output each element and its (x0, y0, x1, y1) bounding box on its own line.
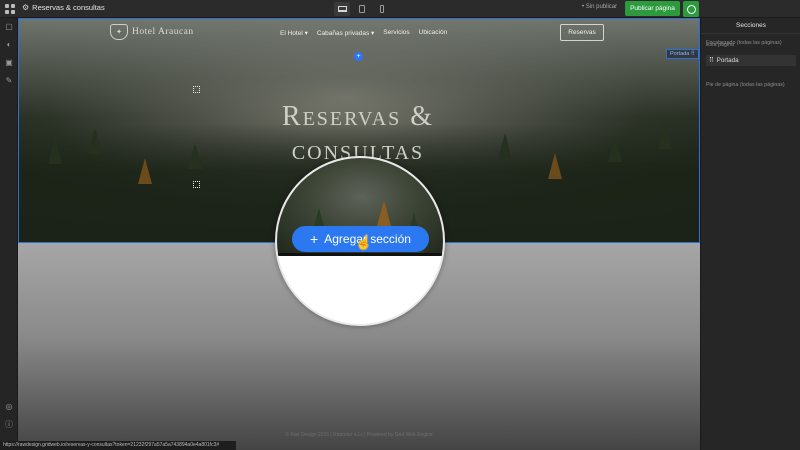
zoom-lower-area (277, 256, 443, 324)
site-logo[interactable]: ✦ Hotel Araucan (110, 24, 194, 40)
section-tag[interactable]: Portada ⠿ (666, 49, 699, 59)
hand-cursor-icon: ☝ (355, 234, 373, 250)
gear-icon: ⚙ (22, 3, 30, 12)
resize-handle[interactable] (193, 181, 200, 188)
footer-sections-label: Pie de página (todas las páginas) (706, 82, 785, 88)
desktop-view-button[interactable] (334, 2, 350, 16)
crest-icon: ✦ (110, 24, 128, 40)
drag-handle-icon[interactable]: ⠿ (709, 55, 714, 66)
this-page-label: Esta página (706, 42, 734, 48)
page-selector[interactable]: ⚙ Reservas & consultas (22, 3, 105, 12)
left-toolbar: ▢ ◐ ▣ ✎ ◎ ⓘ (0, 18, 18, 450)
add-element-icon[interactable]: + (354, 52, 363, 61)
desktop-icon (337, 6, 347, 12)
resize-handle[interactable] (193, 86, 200, 93)
account-icon (686, 4, 696, 14)
publish-page-button[interactable]: Publicar página (625, 1, 680, 16)
panel-title: Secciones (701, 18, 800, 34)
help-icon[interactable]: ◎ (4, 402, 14, 412)
account-button[interactable] (683, 1, 699, 17)
unpublished-status: • Sin publicar (582, 4, 618, 10)
section-item-label: Portada (716, 57, 739, 64)
pages-icon[interactable]: ▢ (4, 22, 14, 32)
site-footer: © Rae Design 2015 | Reporter s.l.c | Pow… (285, 432, 433, 438)
brand-name: Hotel Araucan (132, 27, 194, 37)
info-icon[interactable]: ⓘ (4, 420, 14, 430)
plus-icon: + (310, 231, 319, 247)
sections-panel: Secciones Encabezado (todas las páginas)… (700, 18, 800, 450)
status-url: https://rawdesign.gridweb.io/reservas-y-… (0, 441, 236, 450)
nav-item-servicios[interactable]: Servicios (383, 29, 409, 37)
nav-item-cabanas[interactable]: Cabañas privadas ▾ (317, 29, 374, 37)
tablet-view-button[interactable] (354, 2, 370, 16)
design-icon[interactable]: ◐ (4, 40, 14, 50)
site-nav: El Hotel ▾ Cabañas privadas ▾ Servicios … (280, 29, 447, 37)
mobile-icon (380, 5, 384, 13)
top-bar: ⚙ Reservas & consultas • Sin publicar Pu… (0, 0, 800, 18)
media-icon[interactable]: ▣ (4, 58, 14, 68)
page-title: Reservas & consultas (32, 3, 105, 12)
section-item-portada[interactable]: ⠿ Portada (706, 55, 796, 66)
mobile-view-button[interactable] (374, 2, 390, 16)
settings-icon[interactable]: ✎ (4, 76, 14, 86)
device-switcher (334, 2, 390, 16)
editor-app: ⚙ Reservas & consultas • Sin publicar Pu… (0, 0, 800, 450)
tablet-icon (359, 5, 365, 13)
apps-grid-icon[interactable] (5, 4, 15, 14)
nav-item-ubicacion[interactable]: Ubicación (419, 29, 448, 37)
reservas-button[interactable]: Reservas (560, 24, 604, 41)
nav-item-hotel[interactable]: El Hotel ▾ (280, 29, 308, 37)
zoom-magnifier: + Agregar sección ☝ (275, 156, 445, 326)
